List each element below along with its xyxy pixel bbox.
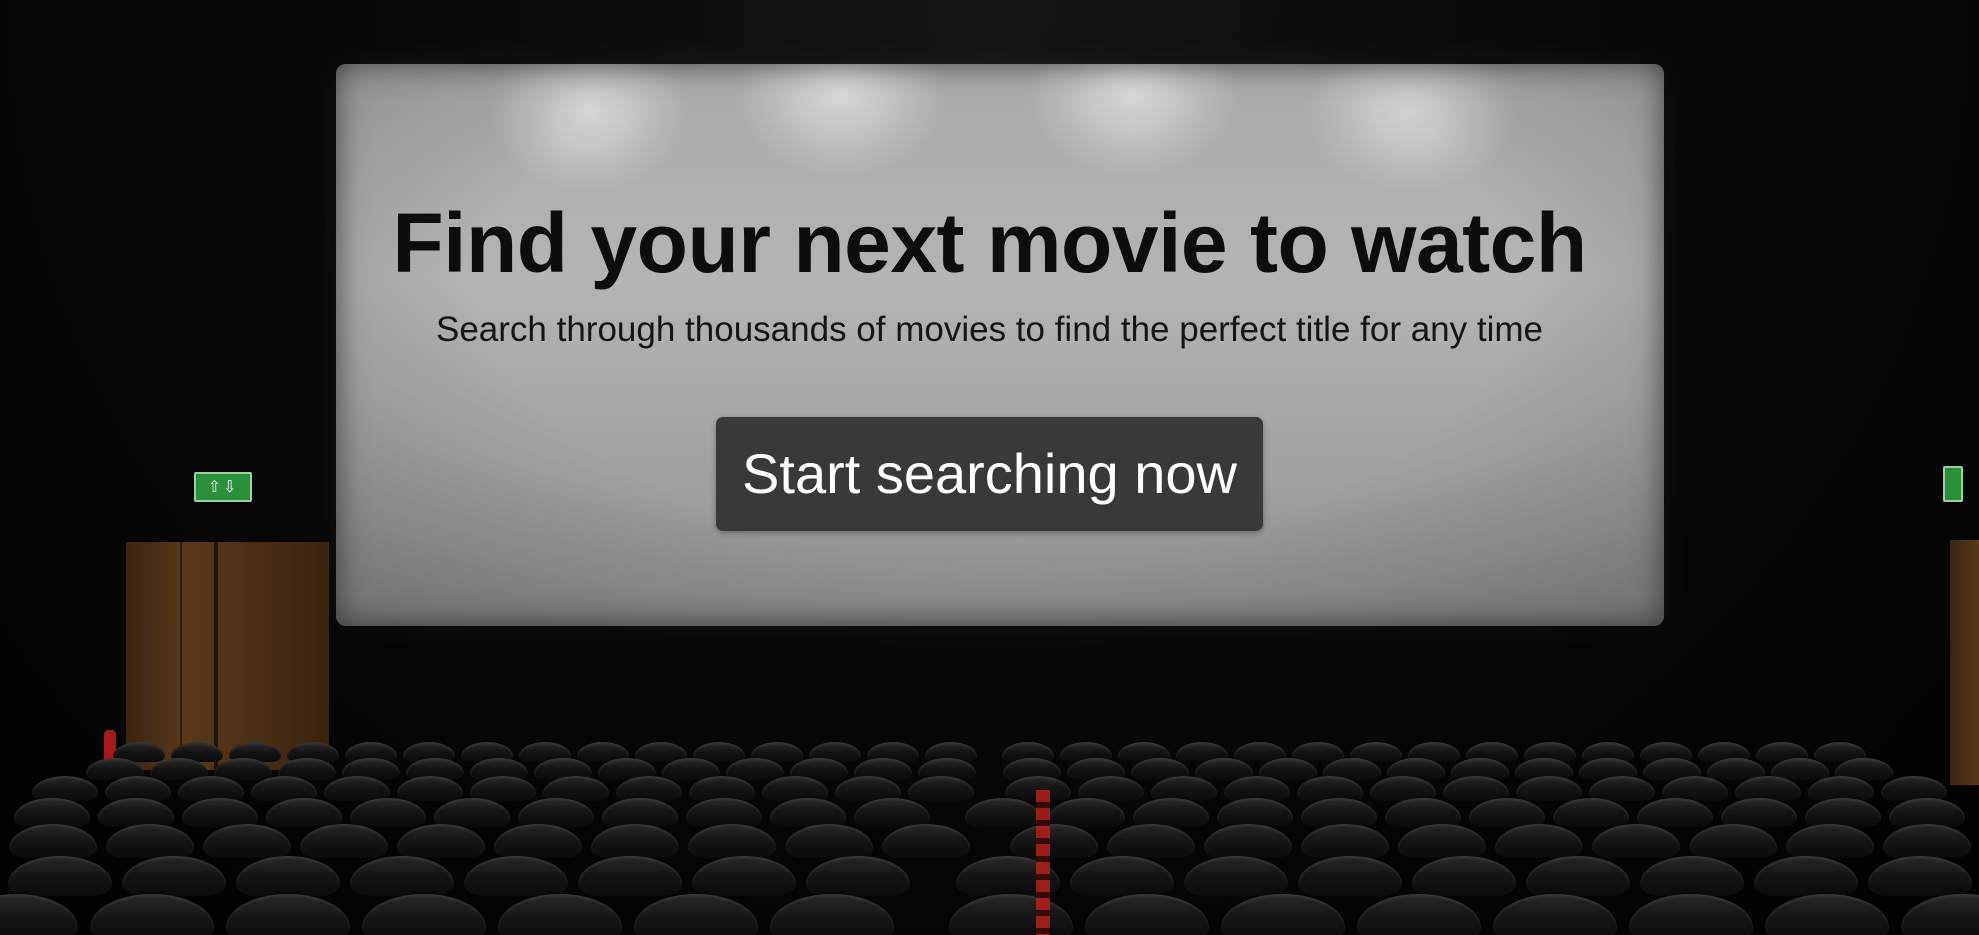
- seat-icon: [396, 824, 485, 858]
- seat-icon: [1106, 824, 1195, 858]
- seat-icon: [784, 824, 873, 858]
- hero-subtitle: Search through thousands of movies to fi…: [436, 310, 1543, 349]
- seat-icon: [90, 894, 214, 935]
- seat-icon: [1049, 798, 1125, 827]
- seat-icon: [965, 798, 1041, 827]
- seat-icon: [1525, 856, 1630, 896]
- seat-icon: [881, 824, 970, 858]
- seat-icon: [577, 856, 682, 896]
- seat-icon: [1882, 824, 1971, 858]
- seat-icon: [1553, 798, 1629, 827]
- seat-icon: [1721, 798, 1797, 827]
- seat-icon: [1901, 894, 1979, 935]
- seat-icon: [434, 798, 510, 827]
- seat-icon: [362, 894, 486, 935]
- seat-icon: [8, 824, 97, 858]
- cinema-seats: [0, 720, 1979, 935]
- seat-icon: [182, 798, 258, 827]
- seat-icon: [226, 894, 350, 935]
- seat-icon: [1867, 856, 1972, 896]
- seat-icon: [1300, 824, 1389, 858]
- seat-icon: [1221, 894, 1345, 935]
- seat-icon: [1009, 824, 1098, 858]
- aisle-light: [1036, 790, 1050, 935]
- seat-icon: [105, 824, 194, 858]
- seat-icon: [1688, 824, 1777, 858]
- seat-icon: [350, 798, 426, 827]
- seat-icon: [266, 798, 342, 827]
- hero-title: Find your next movie to watch: [392, 196, 1587, 290]
- seat-icon: [1385, 798, 1461, 827]
- seat-icon: [349, 856, 454, 896]
- seat-icon: [1203, 824, 1292, 858]
- seat-icon: [14, 798, 90, 827]
- aisle-gap: [979, 824, 1001, 858]
- seat-icon: [634, 894, 758, 935]
- seat-icon: [686, 798, 762, 827]
- seat-icon: [0, 894, 78, 935]
- seat-icon: [98, 798, 174, 827]
- seat-icon: [202, 824, 291, 858]
- seat-icon: [687, 824, 776, 858]
- seat-icon: [299, 824, 388, 858]
- seat-icon: [1637, 798, 1713, 827]
- seat-icon: [1297, 856, 1402, 896]
- exit-sign-icon: ⇧⇩: [194, 472, 252, 502]
- seat-icon: [7, 856, 112, 896]
- seat-icon: [1183, 856, 1288, 896]
- seat-icon: [602, 798, 678, 827]
- aisle-gap: [906, 894, 937, 935]
- seat-icon: [518, 798, 594, 827]
- seat-icon: [463, 856, 568, 896]
- seat-icon: [770, 894, 894, 935]
- seat-icon: [1639, 856, 1744, 896]
- seat-icon: [1591, 824, 1680, 858]
- seat-icon: [1785, 824, 1874, 858]
- seat-icon: [854, 798, 930, 827]
- seat-icon: [498, 894, 622, 935]
- seat-icon: [1411, 856, 1516, 896]
- seat-icon: [1069, 856, 1174, 896]
- seat-icon: [1469, 798, 1545, 827]
- seat-icon: [691, 856, 796, 896]
- seat-row: [0, 894, 1979, 935]
- seat-icon: [590, 824, 679, 858]
- seat-icon: [1397, 824, 1486, 858]
- seat-icon: [1493, 894, 1617, 935]
- start-searching-button[interactable]: Start searching now: [716, 417, 1263, 531]
- aisle-gap: [938, 798, 957, 827]
- exit-sign-icon: [1943, 466, 1963, 502]
- seat-row: [0, 856, 1979, 896]
- seat-icon: [1357, 894, 1481, 935]
- seat-icon: [235, 856, 340, 896]
- seat-icon: [121, 856, 226, 896]
- seat-icon: [1629, 894, 1753, 935]
- seat-icon: [1889, 798, 1965, 827]
- seat-icon: [493, 824, 582, 858]
- seat-icon: [1301, 798, 1377, 827]
- seat-icon: [1494, 824, 1583, 858]
- seat-icon: [1753, 856, 1858, 896]
- seat-icon: [770, 798, 846, 827]
- seat-row: [0, 824, 1979, 858]
- seat-icon: [1217, 798, 1293, 827]
- seat-icon: [1765, 894, 1889, 935]
- hero-section: ⇧⇩ Find your next movie to watch Search …: [0, 0, 1979, 935]
- seat-icon: [1085, 894, 1209, 935]
- seat-icon: [1133, 798, 1209, 827]
- seat-row: [0, 798, 1979, 827]
- seat-icon: [949, 894, 1073, 935]
- seat-icon: [1805, 798, 1881, 827]
- seat-icon: [805, 856, 910, 896]
- aisle-gap: [920, 856, 946, 896]
